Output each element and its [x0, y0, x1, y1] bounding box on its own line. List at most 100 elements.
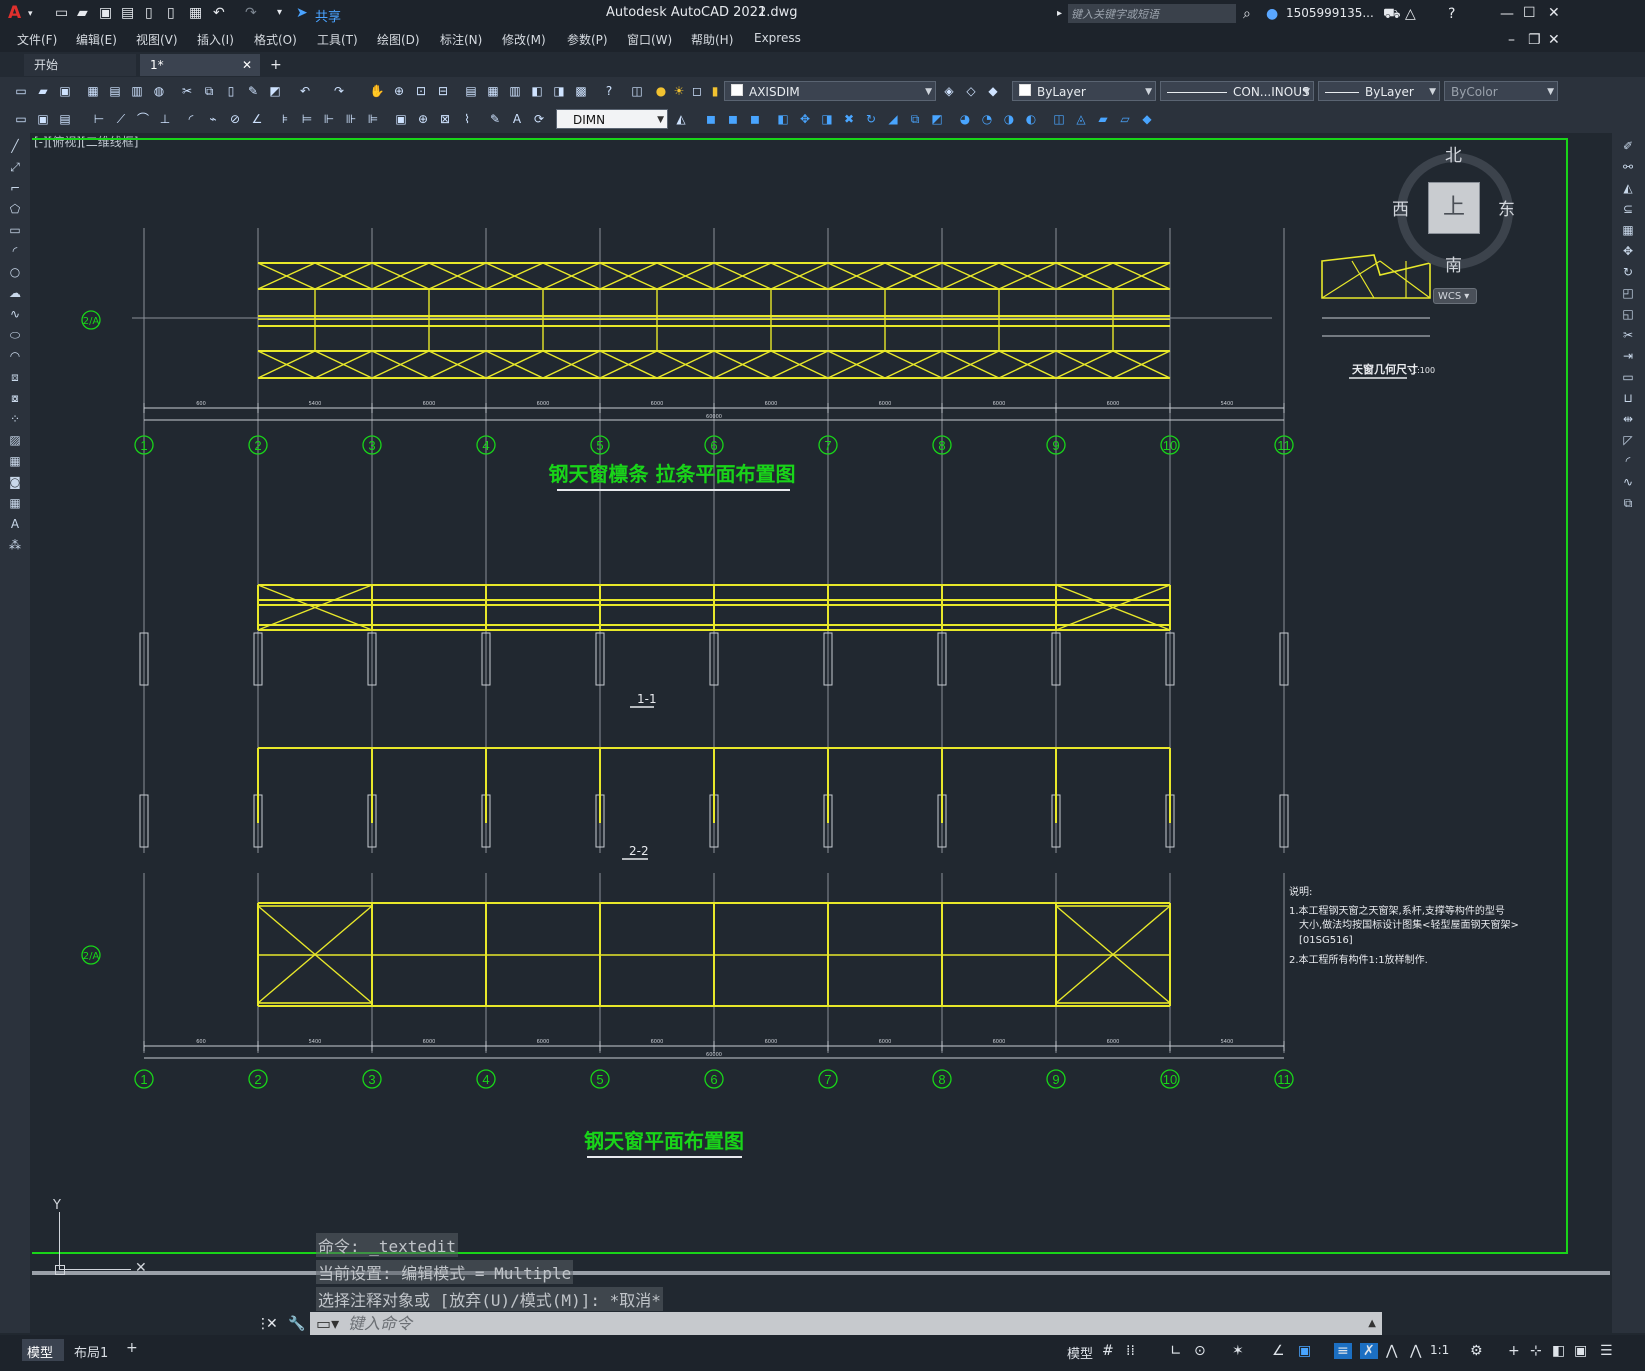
tab-start[interactable]: 开始 — [24, 54, 136, 76]
polygon-icon[interactable]: ⬠ — [7, 201, 23, 217]
mirror-icon[interactable]: ◭ — [1620, 180, 1636, 196]
grid-icon[interactable]: # — [1102, 1343, 1114, 1359]
plot-icon[interactable]: ▦ — [189, 4, 202, 22]
object-snap-tracking-icon[interactable]: ∠ — [1272, 1343, 1285, 1359]
spline-icon[interactable]: ∿ — [7, 306, 23, 322]
menu-help[interactable]: 帮助(H) — [691, 31, 733, 48]
paste-icon[interactable]: ▯ — [222, 82, 240, 100]
dim-text-edit-icon[interactable]: A — [508, 110, 526, 128]
saveall-icon[interactable]: ▤ — [56, 110, 74, 128]
point-icon[interactable]: ⁘ — [7, 411, 23, 427]
pan-icon[interactable]: ✋ — [368, 82, 386, 100]
menu-tools[interactable]: 工具(T) — [317, 31, 358, 48]
annotation-scale-value[interactable]: 1:1 — [1430, 1343, 1449, 1357]
union-icon[interactable]: ◼ — [702, 110, 720, 128]
menu-format[interactable]: 格式(O) — [254, 31, 297, 48]
save-web-icon[interactable]: ▯ — [167, 4, 175, 22]
doc-restore-icon[interactable]: ❐ — [1528, 31, 1541, 49]
layer-lock-icon[interactable]: ▮ — [706, 82, 724, 100]
qnew-icon[interactable]: ▭ — [12, 82, 30, 100]
doc-minimize-icon[interactable]: – — [1508, 31, 1515, 49]
taper-faces-icon[interactable]: ◢ — [884, 110, 902, 128]
revision-cloud-icon[interactable]: ☁ — [7, 285, 23, 301]
slice-icon[interactable]: ◬ — [1072, 110, 1090, 128]
user-icon[interactable]: ● — [1266, 5, 1278, 23]
ellipse-icon[interactable]: ⬭ — [7, 327, 23, 343]
save-icon[interactable]: ▣ — [34, 110, 52, 128]
autocad-logo-icon[interactable]: A — [8, 4, 21, 22]
fillet-icon[interactable]: ◜ — [1620, 453, 1636, 469]
arc-icon[interactable]: ◜ — [7, 243, 23, 259]
search-expand-icon[interactable]: ▸ — [1057, 5, 1062, 23]
rotate-faces-icon[interactable]: ↻ — [862, 110, 880, 128]
menu-express[interactable]: Express — [754, 31, 801, 45]
offset-faces-icon[interactable]: ◨ — [818, 110, 836, 128]
check-icon[interactable]: ◫ — [1050, 110, 1068, 128]
qnew-icon[interactable]: ▭ — [12, 110, 30, 128]
stretch-icon[interactable]: ◱ — [1620, 306, 1636, 322]
menu-window[interactable]: 窗口(W) — [627, 31, 672, 48]
calculator-icon[interactable]: ▩ — [572, 82, 590, 100]
model-space-button[interactable]: 模型 — [1067, 1343, 1093, 1362]
menu-insert[interactable]: 插入(I) — [197, 31, 234, 48]
break-icon[interactable]: ⊔ — [1620, 390, 1636, 406]
section-icon[interactable]: ▰ — [1094, 110, 1112, 128]
customize-status-icon[interactable]: ☰ — [1600, 1343, 1613, 1359]
ordinate-dim-icon[interactable]: ⊥ — [156, 110, 174, 128]
inspect-icon[interactable]: ⊠ — [436, 110, 454, 128]
open-icon[interactable]: ▰ — [34, 82, 52, 100]
center-mark-icon[interactable]: ⊕ — [414, 110, 432, 128]
publish-icon[interactable]: ▥ — [128, 82, 146, 100]
radius-dim-icon[interactable]: ◜ — [182, 110, 200, 128]
region-icon[interactable]: ◙ — [7, 474, 23, 490]
properties-icon[interactable]: ▤ — [462, 82, 480, 100]
interfere-icon[interactable]: ▱ — [1116, 110, 1134, 128]
command-prompt-icon[interactable]: ▭▾ — [316, 1312, 339, 1335]
polar-tracking-icon[interactable]: ⊙ — [1194, 1343, 1206, 1359]
polyline-icon[interactable]: ⌐ — [7, 180, 23, 196]
intersect-icon[interactable]: ◼ — [746, 110, 764, 128]
imprint-icon[interactable]: ◕ — [956, 110, 974, 128]
search-input[interactable]: 键入关键字或短语 — [1068, 4, 1236, 23]
move-icon[interactable]: ✥ — [1620, 243, 1636, 259]
hatch-icon[interactable]: ▨ — [7, 432, 23, 448]
quick-properties-icon[interactable]: ◧ — [1552, 1343, 1565, 1359]
copy-faces-icon[interactable]: ⧉ — [906, 110, 924, 128]
menu-edit[interactable]: 编辑(E) — [76, 31, 117, 48]
save-icon[interactable]: ▣ — [56, 82, 74, 100]
undo-icon[interactable]: ↶ — [296, 82, 314, 100]
auto-scale-icon[interactable]: ⋀ — [1386, 1343, 1397, 1359]
layer-dropdown[interactable]: AXISDIM ▼ — [724, 81, 936, 101]
blend-curves-icon[interactable]: ∿ — [1620, 474, 1636, 490]
close-icon[interactable]: ✕ — [1548, 4, 1560, 22]
dimstyle-dropdown[interactable]: DIMN ▼ — [556, 109, 668, 129]
move-faces-icon[interactable]: ✥ — [796, 110, 814, 128]
rotate-icon[interactable]: ↻ — [1620, 264, 1636, 280]
diameter-dim-icon[interactable]: ⊘ — [226, 110, 244, 128]
dim-space-icon[interactable]: ⊪ — [342, 110, 360, 128]
save-icon[interactable]: ▣ — [99, 4, 112, 22]
plotstyle-dropdown[interactable]: ByColor ▼ — [1444, 81, 1558, 101]
customize-command-icon[interactable]: 🔧 — [288, 1315, 305, 1333]
tab-layout1[interactable]: 布局1 — [74, 1342, 108, 1361]
search-icon[interactable]: ⌕ — [1243, 5, 1251, 23]
redo-icon[interactable]: ↷ — [245, 4, 257, 22]
layer-states-icon[interactable]: ◆ — [984, 82, 1002, 100]
array-icon[interactable]: ▦ — [1620, 222, 1636, 238]
design-center-icon[interactable]: ▦ — [484, 82, 502, 100]
clean-screen-icon[interactable]: ▣ — [1574, 1343, 1587, 1359]
share-icon[interactable]: ➤ — [296, 4, 308, 22]
construction-line-icon[interactable]: ⤢ — [7, 159, 23, 175]
menu-parametric[interactable]: 参数(P) — [567, 31, 608, 48]
solid-edit-icon[interactable]: ◆ — [1138, 110, 1156, 128]
close-command-icon[interactable]: ✕ — [266, 1315, 278, 1333]
viewcube-north[interactable]: 北 — [1445, 141, 1462, 166]
linear-dim-icon[interactable]: ⊢ — [90, 110, 108, 128]
menu-modify[interactable]: 修改(M) — [502, 31, 546, 48]
color-dropdown[interactable]: ByLayer ▼ — [1012, 81, 1156, 101]
multiline-text-icon[interactable]: A — [7, 516, 23, 532]
isodraft-icon[interactable]: ✶ — [1232, 1343, 1244, 1359]
menu-draw[interactable]: 绘图(D) — [377, 31, 420, 48]
tool-palettes-icon[interactable]: ▥ — [506, 82, 524, 100]
separate-icon[interactable]: ◑ — [1000, 110, 1018, 128]
